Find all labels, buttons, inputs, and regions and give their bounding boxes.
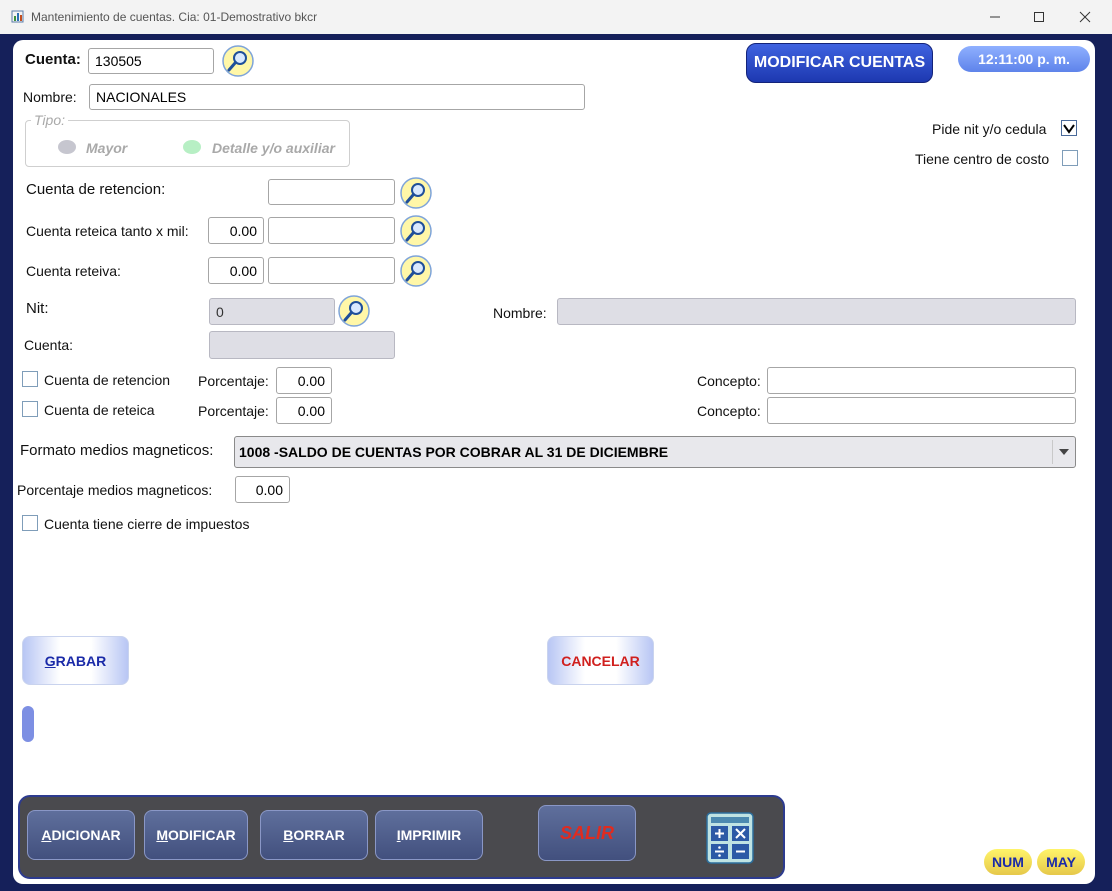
mode-badge: MODIFICAR CUENTAS <box>746 43 933 83</box>
search-cuenta-icon[interactable] <box>222 45 254 77</box>
search-nit-icon[interactable] <box>338 295 370 327</box>
minimize-button[interactable] <box>972 5 1018 29</box>
search-reteica-icon[interactable] <box>400 215 432 247</box>
imprimir-button[interactable]: I MPRIMIR <box>375 810 483 860</box>
maximize-button[interactable] <box>1016 5 1062 29</box>
search-retencion-icon[interactable] <box>400 177 432 209</box>
cuenta-label: Cuenta: <box>25 51 81 68</box>
salir-button[interactable]: SALIR <box>538 805 636 861</box>
cuenta-reteica-label: Cuenta reteica tanto x mil: <box>26 223 189 239</box>
caps-lock-indicator: MAY <box>1037 849 1085 875</box>
pide-nit-label: Pide nit y/o cedula <box>932 121 1047 137</box>
cuenta-retencion-label: Cuenta de retencion: <box>26 181 166 198</box>
borrar-button[interactable]: B ORRAR <box>260 810 368 860</box>
tipo-mayor-radio[interactable] <box>58 140 76 154</box>
tipo-legend: Tipo: <box>31 112 69 128</box>
cierre-impuestos-checkbox[interactable] <box>22 515 38 531</box>
porcentaje-medios-input[interactable]: 0.00 <box>235 476 290 503</box>
nit-cuenta-label: Cuenta: <box>24 337 74 353</box>
adicionar-hotkey: A <box>41 827 52 843</box>
nit-cuenta-input[interactable] <box>209 331 395 359</box>
nombre-label: Nombre: <box>23 89 77 105</box>
reteica-concepto-label: Concepto: <box>697 403 761 419</box>
retencion-check-label: Cuenta de retencion <box>44 372 171 388</box>
nombre-input[interactable]: NACIONALES <box>89 84 585 110</box>
reteica-concepto-input[interactable] <box>767 397 1076 424</box>
tipo-detalle-label: Detalle y/o auxiliar <box>212 140 335 156</box>
modificar-hotkey: M <box>156 827 168 843</box>
window-title: Mantenimiento de cuentas. Cia: 01-Demost… <box>31 10 318 24</box>
nit-label: Nit: <box>26 300 49 317</box>
reteiva-rate-input[interactable]: 0.00 <box>208 257 264 284</box>
cierre-impuestos-label: Cuenta tiene cierre de impuestos <box>44 516 250 532</box>
minimize-icon <box>990 16 1000 18</box>
app-icon <box>11 10 24 23</box>
nit-nombre-label: Nombre: <box>493 305 547 321</box>
search-reteiva-icon[interactable] <box>400 255 432 287</box>
dropdown-toggle[interactable] <box>1052 440 1075 464</box>
grabar-label: RABAR <box>55 652 107 669</box>
retencion-pct-label: Porcentaje: <box>198 373 269 389</box>
formato-medios-select[interactable]: 1008 -SALDO DE CUENTAS POR COBRAR AL 31 … <box>234 436 1076 468</box>
retencion-pct-input[interactable]: 0.00 <box>276 367 332 394</box>
retencion-checkbox[interactable] <box>22 371 38 387</box>
close-button[interactable] <box>1062 5 1108 29</box>
formato-medios-value: 1008 -SALDO DE CUENTAS POR COBRAR AL 31 … <box>239 444 669 460</box>
centro-costo-label: Tiene centro de costo <box>915 151 1050 167</box>
nit-input[interactable]: 0 <box>209 298 335 325</box>
chevron-down-icon <box>1059 449 1069 455</box>
nit-nombre-input[interactable] <box>557 298 1076 325</box>
tipo-detalle-radio[interactable] <box>183 140 201 154</box>
modificar-button[interactable]: M ODIFICAR <box>144 810 248 860</box>
imprimir-label: MPRIMIR <box>400 827 462 843</box>
cuenta-reteica-input[interactable] <box>268 217 395 244</box>
retencion-concepto-label: Concepto: <box>697 373 761 389</box>
adicionar-button[interactable]: A DICIONAR <box>27 810 135 860</box>
reteica-rate-input[interactable]: 0.00 <box>208 217 264 244</box>
borrar-hotkey: B <box>283 827 294 843</box>
title-bar: Mantenimiento de cuentas. Cia: 01-Demost… <box>0 0 1112 34</box>
side-indicator <box>22 706 34 742</box>
adicionar-label: DICIONAR <box>51 827 121 843</box>
retencion-concepto-input[interactable] <box>767 367 1076 394</box>
tipo-mayor-label: Mayor <box>86 140 128 156</box>
pide-nit-checkbox[interactable] <box>1061 120 1077 136</box>
clock-badge: 12:11:00 p. m. <box>958 46 1090 72</box>
cuenta-input[interactable]: 130505 <box>88 48 214 74</box>
cancelar-button[interactable]: CANCELAR <box>547 636 654 685</box>
centro-costo-checkbox[interactable] <box>1062 150 1078 166</box>
reteica-pct-input[interactable]: 0.00 <box>276 397 332 424</box>
borrar-label: ORRAR <box>293 827 345 843</box>
porcentaje-medios-label: Porcentaje medios magneticos: <box>17 482 213 498</box>
modificar-label: ODIFICAR <box>168 827 236 843</box>
formato-medios-label: Formato medios magneticos: <box>20 442 214 459</box>
grabar-button[interactable]: G RABAR <box>22 636 129 685</box>
num-lock-indicator: NUM <box>984 849 1032 875</box>
cuenta-reteiva-label: Cuenta reteiva: <box>26 263 121 279</box>
reteica-checkbox[interactable] <box>22 401 38 417</box>
maximize-icon <box>1034 12 1044 22</box>
reteica-check-label: Cuenta de reteica <box>44 402 155 418</box>
grabar-hotkey: G <box>44 652 56 669</box>
close-icon <box>1079 11 1091 23</box>
cuenta-reteiva-input[interactable] <box>268 257 395 284</box>
reteica-pct-label: Porcentaje: <box>198 403 269 419</box>
check-icon <box>1063 124 1075 134</box>
cuenta-retencion-input[interactable] <box>268 179 395 205</box>
calculator-icon[interactable] <box>706 812 754 864</box>
